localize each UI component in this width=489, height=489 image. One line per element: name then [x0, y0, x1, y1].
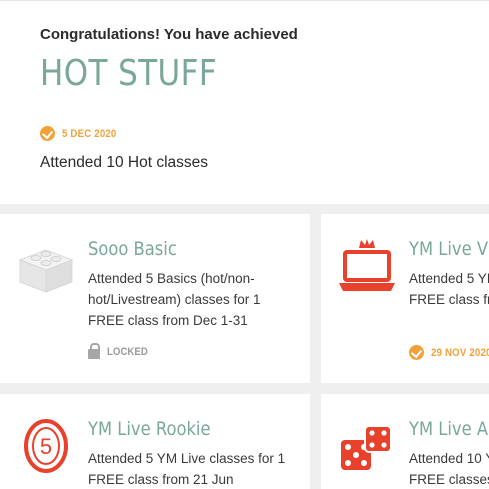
badge-name: Sooo Basic	[88, 238, 177, 260]
achievement-description: Attended 10 Hot classes	[40, 154, 209, 171]
lego-brick-icon	[18, 249, 74, 293]
check-circle-icon	[409, 345, 424, 360]
achievement-banner: Congratulations! You have achieved HOT S…	[0, 0, 489, 204]
laptop-crown-icon	[339, 239, 395, 291]
badge-status: LOCKED	[88, 343, 153, 359]
badge-status-label: LOCKED	[107, 346, 148, 358]
svg-text:5: 5	[40, 434, 52, 459]
check-circle-icon	[40, 126, 55, 141]
achievement-date: 5 DEC 2020	[62, 127, 117, 140]
congrats-text: Congratulations! You have achieved	[40, 26, 298, 43]
coin-five-icon: 5	[24, 419, 68, 473]
badge-card-ym-live-rookie[interactable]: 5 YM Live Rookie Attended 5 YM Live clas…	[0, 394, 310, 489]
badge-name: YM Live Rookie	[88, 418, 211, 440]
badge-name: YM Live VIP	[409, 238, 489, 260]
badge-description: Attended 5 YM Live classes for 1 FREE cl…	[88, 451, 286, 487]
badge-status-label: 29 NOV 2020	[431, 346, 489, 359]
achievement-date-row: 5 DEC 2020	[40, 126, 124, 141]
badge-status: 29 NOV 2020	[409, 345, 489, 360]
badge-name: YM Live Apprentice	[409, 418, 489, 440]
lock-icon	[88, 343, 100, 359]
badge-description: Attended 5 Basics (hot/non-hot/Livestrea…	[88, 271, 261, 328]
badge-description: Attended 10 YM Live classes for 2 FREE c…	[409, 451, 489, 487]
badge-description: Attended 5 YM Live classes for 2 FREE cl…	[409, 271, 489, 307]
dice-icon	[341, 425, 392, 470]
badge-card-ym-live-apprentice[interactable]: YM Live Apprentice Attended 10 YM Live c…	[321, 394, 489, 489]
achievement-title: HOT STUFF	[40, 53, 218, 94]
badge-card-sooo-basic[interactable]: Sooo Basic Attended 5 Basics (hot/non-ho…	[0, 214, 310, 383]
badge-card-ym-live-vip[interactable]: YM Live VIP Attended 5 YM Live classes f…	[321, 214, 489, 383]
